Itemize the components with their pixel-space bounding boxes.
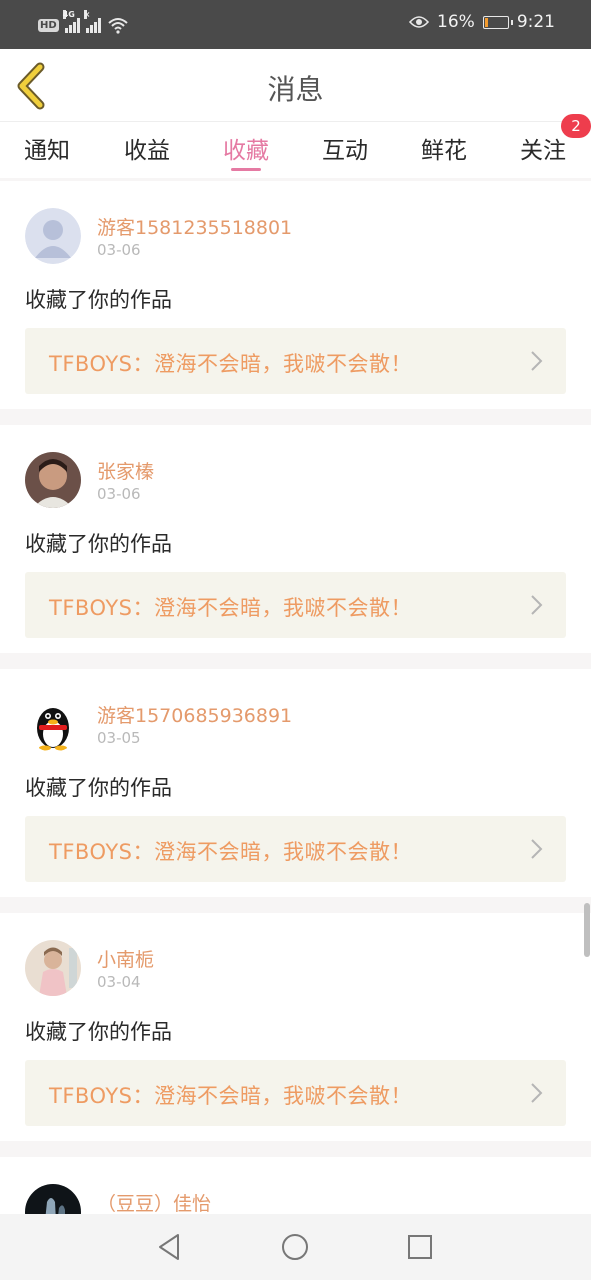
user-name[interactable]: （豆豆）佳怡: [97, 1189, 211, 1214]
message-card: 游客1581235518801 03-06 收藏了你的作品 TFBOYS：澄海不…: [0, 181, 591, 409]
app-header: 消息: [0, 49, 591, 121]
chevron-right-icon: [531, 839, 543, 859]
hd-icon: HD: [38, 18, 59, 32]
chevron-right-icon: [531, 1083, 543, 1103]
home-circle-icon: [282, 1234, 308, 1260]
tab-favorites[interactable]: 收藏: [206, 131, 286, 165]
chevron-right-icon: [531, 595, 543, 615]
message-date: 03-04: [97, 973, 141, 991]
tab-flowers[interactable]: 鲜花: [404, 131, 484, 165]
message-card: 张家榛 03-06 收藏了你的作品 TFBOYS：澄海不会暗，我啵不会散！: [0, 425, 591, 653]
avatar[interactable]: [25, 452, 81, 508]
page-title: 消息: [267, 73, 324, 106]
nav-home-button[interactable]: [279, 1231, 311, 1263]
nav-recents-button[interactable]: [404, 1231, 436, 1263]
nav-back-button[interactable]: [154, 1231, 186, 1263]
action-text: 收藏了你的作品: [25, 1020, 172, 1044]
no-service-mark: ×: [83, 10, 91, 19]
action-text: 收藏了你的作品: [25, 532, 172, 556]
scrollbar[interactable]: [584, 903, 590, 957]
work-link[interactable]: TFBOYS：澄海不会暗，我啵不会散！: [25, 572, 566, 638]
status-bar: HD 4G × 16% 9:21: [0, 0, 591, 49]
chevron-right-icon: [531, 351, 543, 371]
message-date: 03-06: [97, 241, 141, 259]
work-link[interactable]: TFBOYS：澄海不会暗，我啵不会散！: [25, 328, 566, 394]
avatar[interactable]: [25, 940, 81, 996]
clock: 9:21: [516, 12, 555, 32]
battery-fill: [484, 17, 488, 27]
wifi-icon: [108, 18, 128, 34]
follow-count-badge: 2: [561, 114, 591, 138]
status-left-icons: HD 4G ×: [38, 10, 129, 37]
back-triangle-icon: [159, 1234, 179, 1260]
system-nav-bar: [0, 1214, 591, 1280]
message-card: 游客1570685936891 03-05 收藏了你的作品 TFBOYS：澄海不…: [0, 669, 591, 897]
work-link[interactable]: TFBOYS：澄海不会暗，我啵不会散！: [25, 1060, 566, 1126]
work-title: TFBOYS：澄海不会暗，我啵不会散！: [49, 596, 412, 620]
work-title: TFBOYS：澄海不会暗，我啵不会散！: [49, 840, 412, 864]
work-link[interactable]: TFBOYS：澄海不会暗，我啵不会散！: [25, 816, 566, 882]
message-card: （豆豆）佳怡: [0, 1157, 591, 1214]
network-type-label: 4G: [62, 10, 75, 19]
action-text: 收藏了你的作品: [25, 776, 172, 800]
tab-notifications[interactable]: 通知: [7, 131, 87, 165]
action-text: 收藏了你的作品: [25, 288, 172, 312]
message-card: 小南栀 03-04 收藏了你的作品 TFBOYS：澄海不会暗，我啵不会散！: [0, 913, 591, 1141]
battery-icon: [482, 15, 513, 29]
work-title: TFBOYS：澄海不会暗，我啵不会散！: [49, 1084, 412, 1108]
tab-bar: 通知 收益 收藏 互动 鲜花 关注: [0, 121, 591, 178]
tab-earnings[interactable]: 收益: [107, 131, 187, 165]
avatar[interactable]: [25, 696, 81, 752]
user-name[interactable]: 张家榛: [97, 457, 154, 484]
message-date: 03-05: [97, 729, 141, 747]
recents-square-icon: [408, 1235, 432, 1259]
status-right-icons: 16% 9:21: [409, 12, 555, 32]
message-date: 03-06: [97, 485, 141, 503]
active-tab-indicator: [231, 168, 261, 171]
work-title: TFBOYS：澄海不会暗，我啵不会散！: [49, 352, 412, 376]
user-name[interactable]: 游客1581235518801: [97, 213, 292, 240]
avatar[interactable]: [25, 208, 81, 264]
tab-interactions[interactable]: 互动: [305, 131, 385, 165]
eye-comfort-icon: [409, 16, 430, 28]
user-name[interactable]: 小南栀: [97, 945, 154, 972]
signal-icon: 4G: [62, 10, 80, 33]
battery-percent: 16%: [437, 12, 475, 32]
signal-no-service-icon: ×: [83, 10, 101, 33]
user-name[interactable]: 游客1570685936891: [97, 701, 292, 728]
avatar[interactable]: [25, 1184, 81, 1214]
